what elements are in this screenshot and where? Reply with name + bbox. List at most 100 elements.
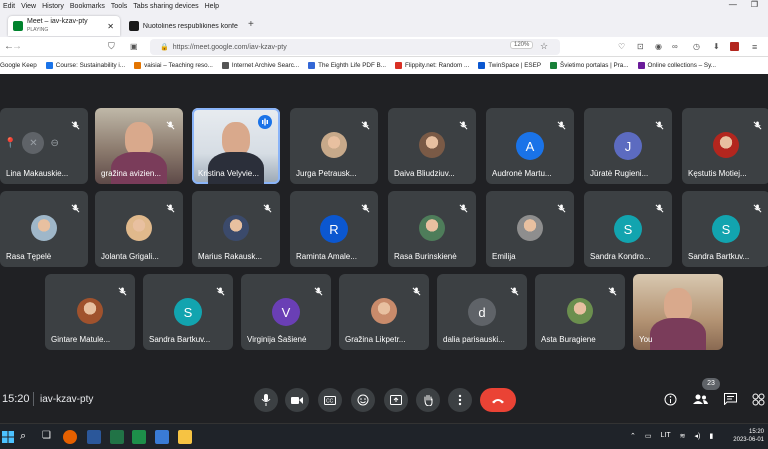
participant-name: Gintare Matule... <box>51 335 111 344</box>
captions-button[interactable]: CC <box>318 388 342 412</box>
participant-tile[interactable]: You <box>633 274 723 350</box>
minimize-icon[interactable]: — <box>729 0 737 9</box>
participant-tile[interactable]: Gražina Likpetr... <box>339 274 429 350</box>
menu-history[interactable]: History <box>39 3 67 10</box>
camera-button[interactable] <box>285 388 309 412</box>
word-icon[interactable] <box>87 430 101 444</box>
muted-mic-icon <box>557 117 566 130</box>
screenshot-icon[interactable]: ⊡ <box>637 42 644 51</box>
menu-edit[interactable]: Edit <box>0 3 18 10</box>
participant-tile[interactable]: Gintare Matule... <box>45 274 135 350</box>
tab-meet[interactable]: Meet – iav-kzav-pty PLAYING ✕ <box>8 16 120 36</box>
meeting-details-button[interactable] <box>662 391 678 407</box>
menu-help[interactable]: Help <box>202 3 222 10</box>
participant-tile[interactable]: A Audronė Martu... <box>486 108 574 184</box>
star-icon[interactable]: ☆ <box>540 41 548 52</box>
muted-mic-icon <box>557 200 566 213</box>
participant-tile[interactable]: d dalia parisauski... <box>437 274 527 350</box>
battery-icon[interactable]: ▮ <box>709 432 713 440</box>
participant-tile[interactable]: gražina avizien... <box>95 108 183 184</box>
file-explorer-icon[interactable] <box>178 430 192 444</box>
volume-icon[interactable]: ◂) <box>695 432 701 440</box>
shield-icon[interactable]: ⛉ <box>108 41 115 52</box>
participant-tile[interactable]: Daiva Bliudziuv... <box>388 108 476 184</box>
mute-participant-icon[interactable]: ✕ <box>22 132 45 154</box>
bookmark-item[interactable]: Google Keep <box>0 62 37 69</box>
close-tab-icon[interactable]: ✕ <box>107 22 114 31</box>
restore-icon[interactable]: ❐ <box>751 0 758 9</box>
windows-start-icon[interactable] <box>2 430 16 444</box>
microphone-button[interactable] <box>254 388 278 412</box>
present-button[interactable] <box>384 388 408 412</box>
download-icon[interactable]: ⬇ <box>713 42 720 51</box>
participant-tile[interactable]: Jolanta Grigali... <box>95 191 183 267</box>
participant-tile[interactable]: V Virginija Šašienė <box>241 274 331 350</box>
new-tab-icon[interactable]: + <box>248 19 254 30</box>
menu-hamburger-icon[interactable]: ≡ <box>752 42 757 52</box>
bookmark-item[interactable]: Course: Sustainability i... <box>45 62 125 69</box>
participant-tile[interactable]: Rasa Burinskienė <box>388 191 476 267</box>
chat-button[interactable] <box>722 391 738 407</box>
usb-icon[interactable]: ▭ <box>645 432 652 440</box>
app-icon[interactable] <box>132 430 146 444</box>
firefox-icon[interactable] <box>63 430 77 444</box>
pin-icon[interactable]: 📍 <box>4 138 16 149</box>
menu-tools[interactable]: Tools <box>108 3 130 10</box>
participant-tile[interactable]: Marius Rakausk... <box>192 191 280 267</box>
people-button[interactable] <box>692 391 708 407</box>
participant-tile[interactable]: Jurga Petrausk... <box>290 108 378 184</box>
bookmark-item[interactable]: Flippity.net: Random ... <box>395 62 469 69</box>
bookmark-item[interactable]: TwinSpace | ESEP <box>478 62 541 69</box>
participant-tile[interactable]: Emilija <box>486 191 574 267</box>
activities-button[interactable] <box>750 391 766 407</box>
leave-call-button[interactable] <box>480 388 516 412</box>
account-icon[interactable]: ◉ <box>655 42 662 51</box>
menu-view[interactable]: View <box>18 3 39 10</box>
participant-tile[interactable]: Rasa Tępelė <box>0 191 88 267</box>
video-feed <box>664 288 692 322</box>
participant-tile[interactable]: J Jūratė Rugieni... <box>584 108 672 184</box>
bookmark-item[interactable]: Švietimo portalas | Pra... <box>550 62 629 69</box>
avatar <box>126 215 152 241</box>
participant-tile[interactable]: S Sandra Bartkuv... <box>143 274 233 350</box>
bookmark-label: Flippity.net: Random ... <box>405 62 470 69</box>
raise-hand-button[interactable] <box>416 388 440 412</box>
history-icon[interactable]: ◷ <box>693 42 700 51</box>
tile-hover-controls[interactable]: 📍 ✕ ⊖ <box>4 132 59 154</box>
menu-tabs-sharing[interactable]: Tabs sharing devices <box>130 3 201 10</box>
participant-tile[interactable]: Kęstutis Motiej... <box>682 108 768 184</box>
camera-permission-icon[interactable]: ▣ <box>130 42 138 51</box>
participant-tile[interactable]: S Sandra Bartkuv... <box>682 191 768 267</box>
search-icon[interactable]: ⌕ <box>20 430 34 444</box>
taskbar-clock[interactable]: 15:20 2023-06-01 <box>733 428 764 444</box>
extension-icon[interactable]: ∞ <box>672 42 678 51</box>
navigation-bar: ← → ⛉ ▣ 🔒 https://meet.google.com/iav-kz… <box>0 37 768 57</box>
wifi-icon[interactable]: ≋ <box>680 432 686 440</box>
bookmark-item[interactable]: Online collections – Sy... <box>637 62 716 69</box>
zoom-level[interactable]: 120% <box>510 41 534 49</box>
more-options-button[interactable] <box>448 388 472 412</box>
keyboard-language[interactable]: LIT <box>661 432 671 440</box>
participant-tile[interactable]: R Raminta Amale... <box>290 191 378 267</box>
bookmark-item[interactable]: Internet Archive Searc... <box>221 62 299 69</box>
flag-icon[interactable] <box>730 42 739 51</box>
participant-tile[interactable]: 📍 ✕ ⊖ Lina Makauskie... <box>0 108 88 184</box>
muted-mic-icon <box>510 283 519 296</box>
forward-icon[interactable]: → <box>12 41 22 52</box>
participant-tile[interactable]: S Sandra Kondro... <box>584 191 672 267</box>
tab-conference[interactable]: Nuotolinės respublikinės konfe <box>124 16 242 36</box>
bookmark-item[interactable]: vaisiai – Teaching reso... <box>134 62 213 69</box>
chevron-up-icon[interactable]: ⌃ <box>630 432 636 440</box>
task-view-icon[interactable]: ❏ <box>42 430 56 444</box>
reactions-button[interactable] <box>351 388 375 412</box>
participant-tile[interactable]: Kristina Velyvie... <box>192 108 280 184</box>
pocket-icon[interactable]: ♡ <box>618 42 625 51</box>
url-bar[interactable]: 🔒 https://meet.google.com/iav-kzav-pty <box>150 39 560 55</box>
avatar: S <box>174 298 202 326</box>
bookmark-item[interactable]: The Eighth Life PDF B... <box>308 62 386 69</box>
menu-bookmarks[interactable]: Bookmarks <box>67 3 108 10</box>
participant-tile[interactable]: Asta Buragiene <box>535 274 625 350</box>
remove-participant-icon[interactable]: ⊖ <box>50 138 58 149</box>
image-viewer-icon[interactable] <box>155 430 169 444</box>
excel-icon[interactable] <box>110 430 124 444</box>
